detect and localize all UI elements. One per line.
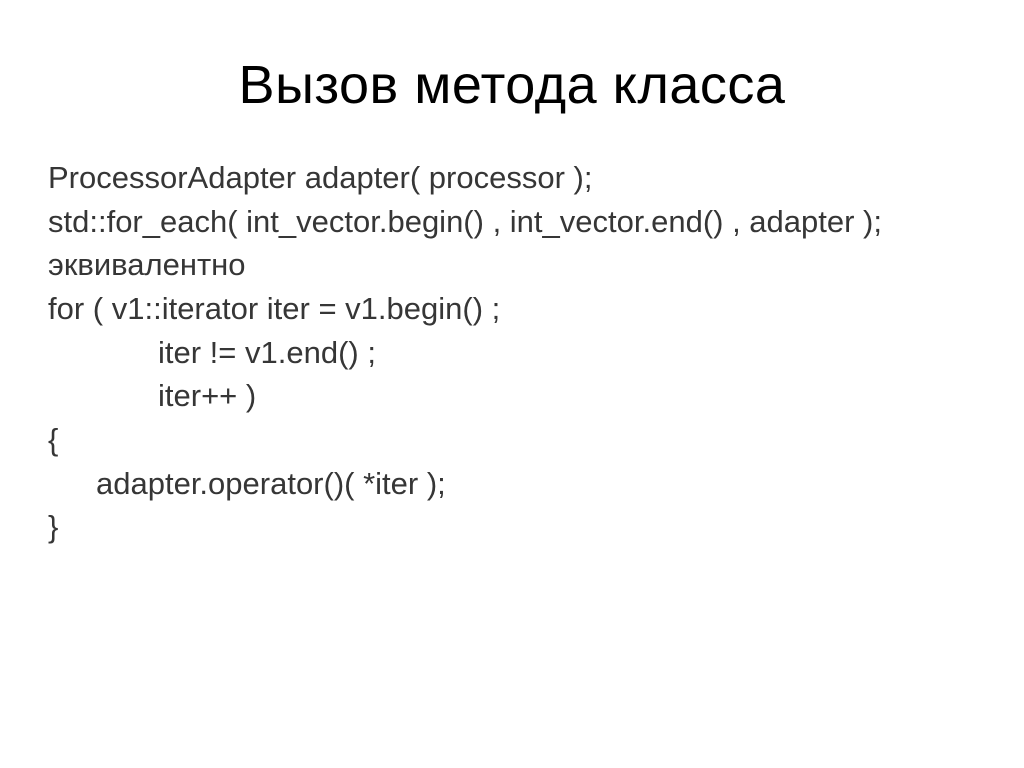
code-line-1: ProcessorAdapter adapter( processor ); [48, 158, 976, 198]
slide-title: Вызов метода класса [48, 54, 976, 116]
code-line-7: { [48, 420, 976, 460]
code-line-4: for ( v1::iterator iter = v1.begin() ; [48, 289, 976, 329]
code-line-2: std::for_each( int_vector.begin() , int_… [48, 202, 976, 242]
code-line-8: adapter.operator()( *iter ); [48, 464, 976, 504]
slide: Вызов метода класса ProcessorAdapter ada… [0, 0, 1024, 768]
code-line-5: iter != v1.end() ; [48, 333, 976, 373]
code-line-3: эквивалентно [48, 245, 976, 285]
code-line-9: } [48, 507, 976, 547]
slide-body: ProcessorAdapter adapter( processor ); s… [48, 158, 976, 547]
code-line-6: iter++ ) [48, 376, 976, 416]
